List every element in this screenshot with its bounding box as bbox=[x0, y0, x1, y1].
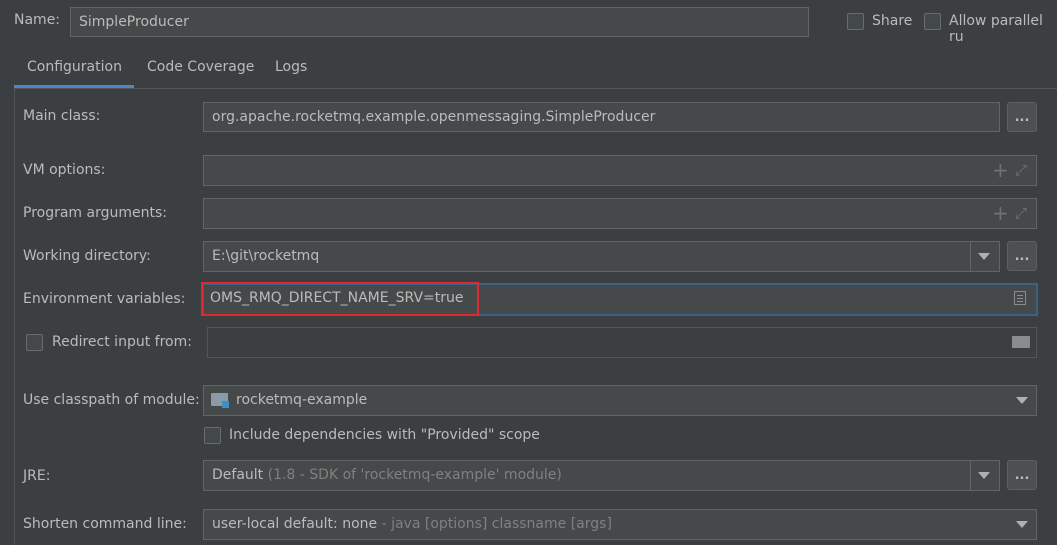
working-directory-browse-button[interactable]: ... bbox=[1007, 241, 1037, 271]
name-label: Name: bbox=[14, 12, 61, 28]
main-class-browse-button[interactable]: ... bbox=[1007, 102, 1037, 132]
environment-variables-value: OMS_RMQ_DIRECT_NAME_SRV=true bbox=[210, 290, 464, 306]
folder-icon[interactable] bbox=[1012, 336, 1030, 348]
program-arguments-input[interactable] bbox=[203, 198, 1037, 229]
chevron-down-icon[interactable] bbox=[1016, 397, 1028, 404]
jre-browse-button[interactable]: ... bbox=[1007, 460, 1037, 490]
environment-variables-label: Environment variables: bbox=[23, 291, 186, 307]
plus-icon[interactable]: + bbox=[992, 160, 1009, 180]
shorten-command-line-value-detail: - java [options] classname [args] bbox=[381, 516, 612, 532]
plus-icon[interactable]: + bbox=[992, 203, 1009, 223]
classpath-module-select[interactable]: rocketmq-example bbox=[203, 385, 1037, 416]
redirect-input-label: Redirect input from: bbox=[52, 334, 192, 350]
allow-parallel-label: Allow parallel ru bbox=[949, 13, 1043, 45]
classpath-module-label: Use classpath of module: bbox=[23, 392, 200, 408]
jre-select[interactable]: Default (1.8 - SDK of 'rocketmq-example'… bbox=[203, 460, 1000, 491]
include-provided-label: Include dependencies with "Provided" sco… bbox=[229, 427, 540, 443]
name-input[interactable]: SimpleProducer bbox=[70, 7, 809, 37]
share-label: Share bbox=[872, 13, 913, 29]
share-checkbox[interactable] bbox=[847, 13, 864, 30]
working-directory-dropdown-divider bbox=[970, 242, 971, 271]
chevron-down-icon[interactable] bbox=[978, 472, 990, 479]
tab-configuration[interactable]: Configuration bbox=[27, 59, 122, 75]
shorten-command-line-value-main: user-local default: none bbox=[212, 516, 378, 532]
chevron-down-icon[interactable] bbox=[1016, 521, 1028, 528]
shorten-command-line-label: Shorten command line: bbox=[23, 516, 187, 532]
main-class-input[interactable]: org.apache.rocketmq.example.openmessagin… bbox=[203, 102, 1000, 132]
chevron-down-icon[interactable] bbox=[978, 253, 990, 260]
module-folder-badge bbox=[222, 401, 229, 408]
vm-options-label: VM options: bbox=[23, 162, 106, 178]
jre-dropdown-divider bbox=[970, 461, 971, 490]
redirect-input-field[interactable] bbox=[207, 327, 1037, 358]
classpath-module-value: rocketmq-example bbox=[236, 392, 368, 408]
program-arguments-label: Program arguments: bbox=[23, 205, 167, 221]
redirect-input-checkbox[interactable] bbox=[26, 334, 43, 351]
jre-value-main: Default bbox=[212, 467, 264, 483]
vm-options-input[interactable] bbox=[203, 155, 1037, 186]
document-icon[interactable] bbox=[1014, 291, 1026, 305]
shorten-command-line-select[interactable]: user-local default: none - java [options… bbox=[203, 509, 1037, 540]
allow-parallel-checkbox[interactable] bbox=[924, 13, 941, 30]
expand-icon[interactable]: ⤢ bbox=[1015, 204, 1027, 222]
jre-label: JRE: bbox=[23, 468, 51, 484]
jre-value-detail: (1.8 - SDK of 'rocketmq-example' module) bbox=[267, 467, 562, 483]
expand-icon[interactable]: ⤢ bbox=[1015, 161, 1027, 179]
include-provided-checkbox[interactable] bbox=[204, 427, 221, 444]
main-class-label: Main class: bbox=[23, 108, 101, 124]
tab-logs[interactable]: Logs bbox=[275, 59, 307, 75]
tab-code-coverage[interactable]: Code Coverage bbox=[147, 59, 254, 75]
working-directory-label: Working directory: bbox=[23, 248, 151, 264]
working-directory-input[interactable]: E:\git\rocketmq bbox=[203, 241, 1000, 272]
